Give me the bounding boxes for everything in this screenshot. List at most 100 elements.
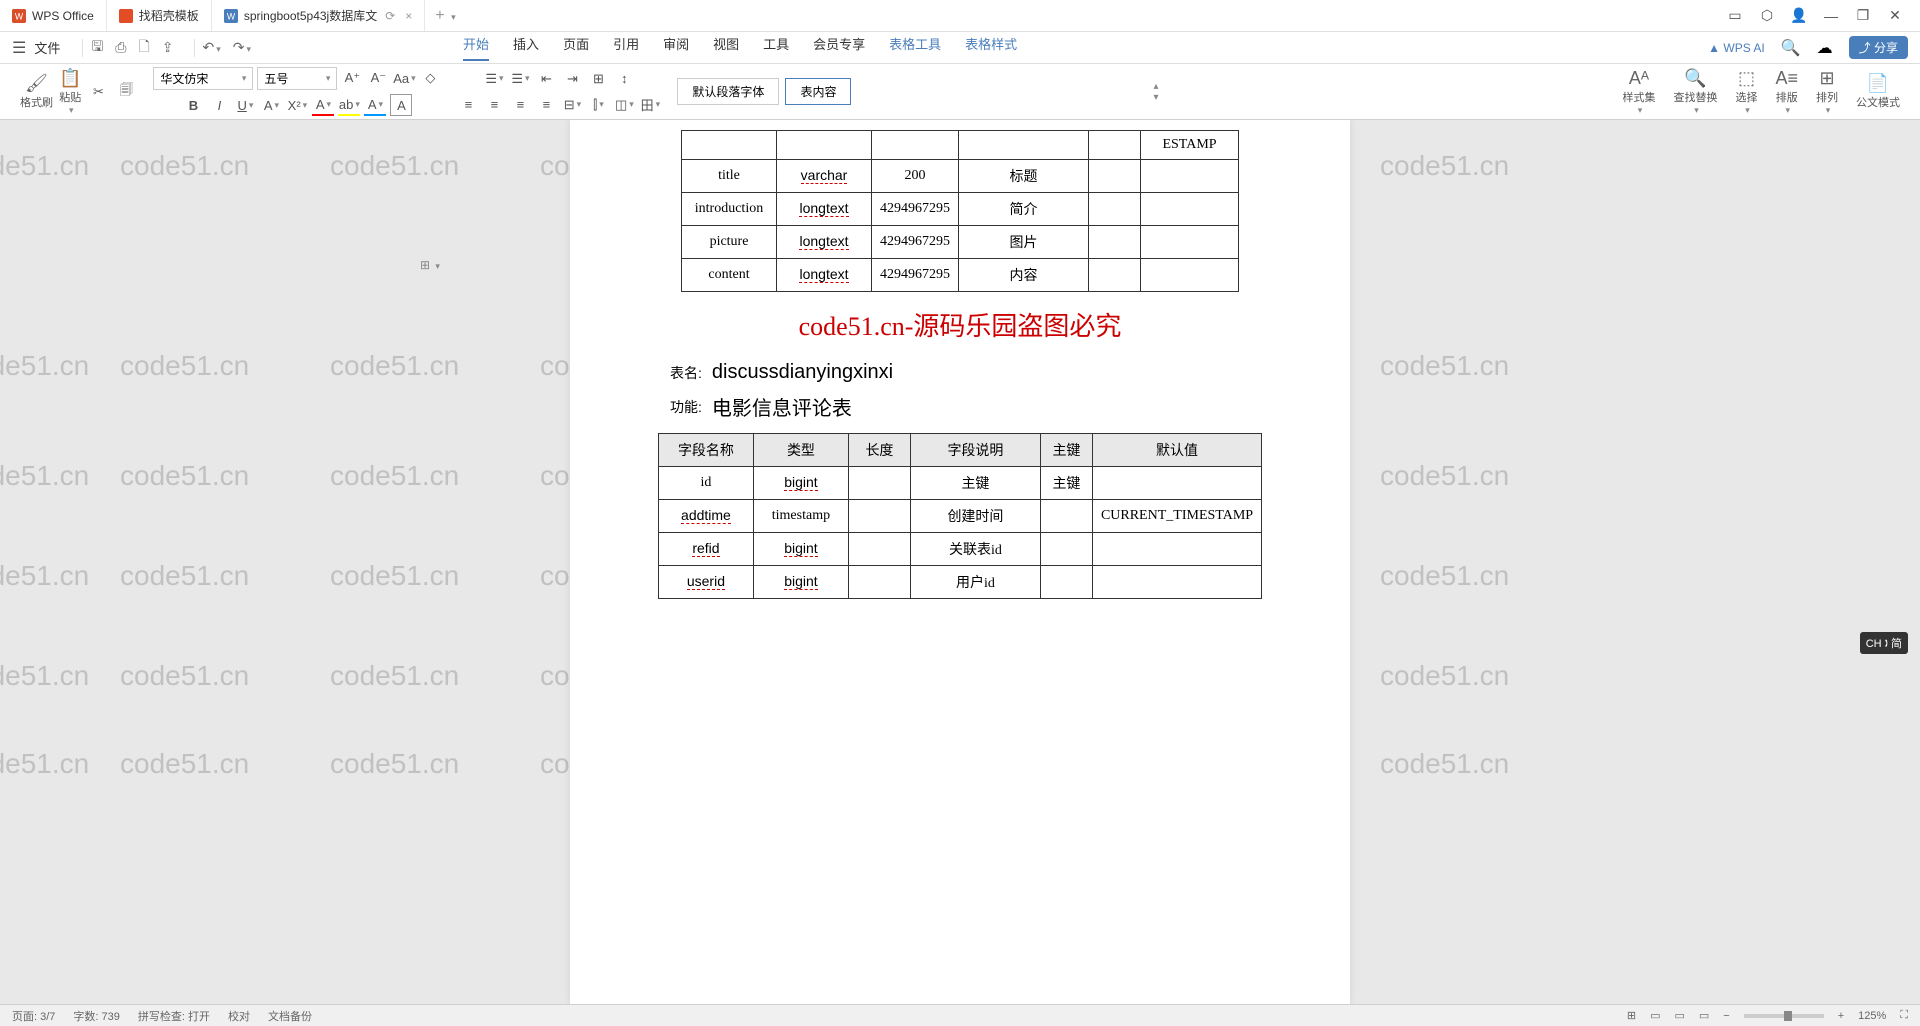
number-list-icon[interactable]: ☰▾ [509, 68, 531, 90]
cloud-icon[interactable]: ☁ [1817, 38, 1833, 58]
bold-icon[interactable]: B [182, 94, 204, 116]
function-value[interactable]: 电影信息评论表 [712, 392, 852, 421]
tab-view[interactable]: 视图 [713, 34, 739, 61]
user-avatar-icon[interactable]: 👤 [1790, 7, 1808, 25]
wps-ai-button[interactable]: ▲ WPS AI [1708, 41, 1765, 55]
format-brush-button[interactable]: 🖌格式刷 [20, 73, 53, 110]
document-page[interactable]: ESTAMP title varchar 200 标题 introduction… [570, 120, 1350, 1004]
font-name-select[interactable]: 华文仿宋▾ [153, 67, 253, 90]
style-default[interactable]: 默认段落字体 [677, 78, 779, 105]
linespace-icon[interactable]: ⊞ [587, 68, 609, 90]
italic-icon[interactable]: I [208, 94, 230, 116]
superscript-icon[interactable]: X²▾ [286, 94, 308, 116]
indent-dec-icon[interactable]: ⇤ [535, 68, 557, 90]
undo-icon[interactable]: ↶▾ [203, 39, 221, 56]
fullscreen-icon[interactable]: ⛶ [1900, 1009, 1908, 1022]
tab-template[interactable]: 找稻壳模板 [107, 0, 212, 31]
arrange-button[interactable]: ⊞排列▾ [1816, 68, 1838, 116]
add-tab-button[interactable]: + ▾ [425, 7, 465, 25]
view-mode-4-icon[interactable]: ▭ [1699, 1009, 1709, 1022]
font-color-icon[interactable]: A▾ [312, 94, 334, 116]
table-row[interactable]: title varchar 200 标题 [682, 160, 1239, 193]
align-right-icon[interactable]: ≡ [509, 94, 531, 116]
distribute-icon[interactable]: ⊟▾ [561, 94, 583, 116]
font-shrink-icon[interactable]: A⁻ [367, 67, 389, 89]
table-row[interactable]: content longtext 4294967295 内容 [682, 259, 1239, 292]
export-icon[interactable]: ⇪ [162, 39, 174, 56]
hamburger-icon[interactable]: ☰ [12, 38, 26, 58]
tab-wps-office[interactable]: W WPS Office [0, 0, 107, 31]
status-words[interactable]: 字数: 739 [73, 1008, 119, 1024]
official-button[interactable]: 📄公文模式 [1856, 73, 1900, 110]
change-case-icon[interactable]: Aa▾ [393, 67, 415, 89]
preview-icon[interactable]: 🗋 [139, 36, 150, 60]
border-icon[interactable]: 田▾ [639, 94, 661, 116]
shading-icon[interactable]: ◫▾ [613, 94, 635, 116]
line-spacing-icon[interactable]: ⫿▾ [587, 94, 609, 116]
tab-tools[interactable]: 工具 [763, 34, 789, 61]
tab-insert[interactable]: 插入 [513, 34, 539, 61]
close-tab-icon[interactable]: × [405, 9, 412, 23]
table-row[interactable]: refid bigint 关联表id [658, 533, 1261, 566]
char-border-icon[interactable]: A [390, 94, 412, 116]
font-size-select[interactable]: 五号▾ [257, 67, 337, 90]
paste-button[interactable]: 📋粘贴▾ [59, 68, 81, 116]
layout-button[interactable]: A≡排版▾ [1775, 68, 1798, 116]
redo-icon[interactable]: ↷▾ [233, 39, 251, 56]
cut-icon[interactable]: ✂ [87, 81, 109, 103]
maximize-button[interactable]: ❐ [1854, 7, 1872, 25]
status-page[interactable]: 页面: 3/7 [12, 1008, 55, 1024]
tab-review[interactable]: 审阅 [663, 34, 689, 61]
share-button[interactable]: ⤴ 分享 [1849, 36, 1908, 59]
zoom-slider[interactable] [1744, 1014, 1824, 1018]
style-scroll[interactable]: ▴▾ [1153, 81, 1158, 103]
table-row[interactable]: ESTAMP [682, 131, 1239, 160]
table-row[interactable]: picture longtext 4294967295 图片 [682, 226, 1239, 259]
zoom-level[interactable]: 125% [1858, 1010, 1886, 1022]
tab-start[interactable]: 开始 [463, 34, 489, 61]
table-header-row[interactable]: 字段名称 类型 长度 字段说明 主键 默认值 [658, 434, 1261, 467]
print-icon[interactable]: ⎙ [115, 39, 126, 56]
font-effect-icon[interactable]: A▾ [364, 94, 386, 116]
table-name-value[interactable]: discussdianyingxinxi [712, 361, 893, 384]
close-window-button[interactable]: ✕ [1886, 7, 1904, 25]
style-content[interactable]: 表内容 [785, 78, 851, 105]
align-center-icon[interactable]: ≡ [483, 94, 505, 116]
file-menu[interactable]: 文件 [34, 38, 60, 57]
strike-icon[interactable]: A▾ [260, 94, 282, 116]
tab-page[interactable]: 页面 [563, 34, 589, 61]
tab-table-style[interactable]: 表格样式 [965, 34, 1017, 61]
status-spell[interactable]: 拼写检查: 打开 [138, 1008, 210, 1024]
select-button[interactable]: ⬚选择▾ [1735, 68, 1757, 116]
font-grow-icon[interactable]: A⁺ [341, 67, 363, 89]
highlight-icon[interactable]: ab▾ [338, 94, 360, 116]
align-justify-icon[interactable]: ≡ [535, 94, 557, 116]
tab-reference[interactable]: 引用 [613, 34, 639, 61]
table-anchor-icon[interactable]: ⊞ ▾ [420, 258, 440, 272]
sort-icon[interactable]: ↕ [613, 68, 635, 90]
save-icon[interactable]: 🖫 [91, 36, 103, 60]
style-set-button[interactable]: Aᴬ样式集▾ [1622, 68, 1655, 116]
window-icon-1[interactable]: ▭ [1726, 7, 1744, 25]
schema-table-2[interactable]: 字段名称 类型 长度 字段说明 主键 默认值 id bigint 主键 主键 a… [658, 433, 1262, 599]
view-mode-1-icon[interactable]: ⊞ [1627, 1009, 1636, 1022]
find-replace-button[interactable]: 🔍查找替换▾ [1673, 68, 1717, 116]
zoom-out-icon[interactable]: − [1723, 1010, 1729, 1022]
table-row[interactable]: addtime timestamp 创建时间 CURRENT_TIMESTAMP [658, 500, 1261, 533]
table-row[interactable]: userid bigint 用户id [658, 566, 1261, 599]
indent-inc-icon[interactable]: ⇥ [561, 68, 583, 90]
minimize-button[interactable]: — [1822, 7, 1840, 25]
tab-member[interactable]: 会员专享 [813, 34, 865, 61]
tab-document[interactable]: W springboot5p43j数据库文 ⟳ × [212, 0, 425, 31]
clear-format-icon[interactable]: ◇ [419, 67, 441, 89]
search-icon[interactable]: 🔍 [1781, 38, 1801, 58]
align-left-icon[interactable]: ≡ [457, 94, 479, 116]
tab-table-tools[interactable]: 表格工具 [889, 34, 941, 61]
copy-icon[interactable]: 🗐 [115, 81, 137, 103]
window-icon-2[interactable]: ⬡ [1758, 7, 1776, 25]
status-proofread[interactable]: 校对 [228, 1008, 250, 1024]
status-backup[interactable]: 文档备份 [268, 1008, 312, 1024]
table-row[interactable]: id bigint 主键 主键 [658, 467, 1261, 500]
table-row[interactable]: introduction longtext 4294967295 简介 [682, 193, 1239, 226]
view-mode-3-icon[interactable]: ▭ [1674, 1009, 1684, 1022]
